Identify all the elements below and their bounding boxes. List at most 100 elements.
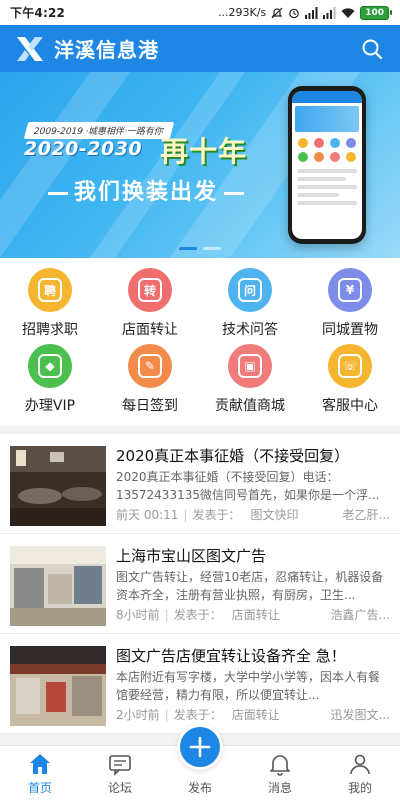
posted-in-label: 发表于： bbox=[173, 608, 222, 622]
status-indicators: ...293K/s 100 bbox=[218, 5, 392, 20]
post-meta: 2小时前 | 发表于： 店面转让 迅发图文... bbox=[116, 707, 390, 723]
tab-profile[interactable]: 我的 bbox=[320, 746, 400, 800]
network-speed: ...293K/s bbox=[218, 6, 267, 19]
shop-transfer-icon: 转 bbox=[128, 268, 172, 312]
post-meta: 前天 00:11 | 发表于： 图文快印 老乙肝... bbox=[116, 507, 390, 523]
post-author[interactable]: 迅发图文... bbox=[331, 707, 390, 723]
app-screen: 下午4:22 ...293K/s 100 洋溪信息港 2009-2019 ·城惠… bbox=[0, 0, 400, 800]
post-thumbnail bbox=[10, 446, 106, 526]
quick-link-item[interactable]: 转店面转让 bbox=[100, 266, 200, 342]
signal-1-icon bbox=[305, 6, 318, 19]
tab-label: 首页 bbox=[27, 781, 52, 795]
quick-link-glyph: ◆ bbox=[38, 354, 62, 378]
store-icon: ▣ bbox=[228, 344, 272, 388]
quick-link-label: 技术问答 bbox=[222, 322, 278, 338]
quick-link-label: 店面转让 bbox=[122, 322, 178, 338]
plus-icon bbox=[189, 736, 211, 758]
post-time: 2小时前 bbox=[116, 708, 160, 722]
question-icon: 问 bbox=[228, 268, 272, 312]
tab-forum[interactable]: 论坛 bbox=[80, 746, 160, 800]
post-forum[interactable]: 店面转让 bbox=[232, 607, 280, 623]
tab-home[interactable]: 首页 bbox=[0, 746, 80, 800]
quick-link-glyph: ✎ bbox=[138, 354, 162, 378]
headset-icon: ☏ bbox=[328, 344, 372, 388]
post-author[interactable]: 浩鑫广告... bbox=[331, 607, 390, 623]
post-title: 上海市宝山区图文广告 bbox=[116, 547, 267, 565]
tab-publish[interactable]: 发布 bbox=[160, 724, 240, 800]
mute-bell-icon bbox=[271, 7, 283, 18]
post-card[interactable]: 图文广告店便宜转让设备齐全 急！ 本店附近有写字楼，大学中学小学等，因本人有餐馆… bbox=[0, 634, 400, 734]
post-card[interactable]: 2020真正本事征婚（不接受回复） 2020真正本事征婚（不接受回复）电话：13… bbox=[0, 434, 400, 534]
quick-link-item[interactable]: 问技术问答 bbox=[200, 266, 300, 342]
posted-in-label: 发表于： bbox=[192, 508, 241, 522]
alarm-icon bbox=[289, 8, 300, 18]
tab-label: 发布 bbox=[187, 781, 212, 795]
quick-links: 聘招聘求职转店面转让问技术问答 ¥ 同城置物 ◆ 办理VIP ✎ 每日签到 ▣ 贡献值商城 ☏ 客服… bbox=[0, 258, 400, 426]
post-title: 图文广告店便宜转让设备齐全 急！ bbox=[116, 647, 346, 665]
post-thumbnail bbox=[10, 546, 106, 626]
app-title: 洋溪信息港 bbox=[54, 38, 159, 62]
app-header: 洋溪信息港 bbox=[0, 25, 400, 72]
banner-slogan: 我们换装出发 bbox=[36, 174, 256, 206]
post-forum[interactable]: 店面转让 bbox=[232, 707, 280, 723]
tab-label: 论坛 bbox=[107, 781, 132, 795]
promo-banner[interactable]: 2009-2019 ·城惠相伴·一路有你 2020-2030 再十年 我们换装出… bbox=[0, 72, 400, 258]
banner-years: 2020-2030 bbox=[24, 138, 143, 160]
recruit-icon: 聘 bbox=[28, 268, 72, 312]
post-summary: 本店附近有写字楼，大学中学小学等，因本人有餐馆要经营，精力有限，所以便宜转让..… bbox=[116, 670, 381, 702]
quick-link-label: 招聘求职 bbox=[22, 322, 78, 338]
battery-icon: 100 bbox=[360, 5, 392, 20]
home-icon bbox=[30, 754, 50, 774]
search-icon bbox=[362, 39, 383, 59]
quick-link-glyph: ☏ bbox=[338, 354, 362, 378]
quick-link-label: 办理VIP bbox=[24, 398, 76, 414]
posted-in-label: 发表于： bbox=[173, 708, 222, 722]
quick-link-glyph: 转 bbox=[138, 278, 162, 302]
bottom-tab-bar: 首页 论坛 发布 消息 我的 bbox=[0, 724, 400, 800]
person-icon bbox=[350, 754, 370, 775]
quick-link-glyph: ¥ bbox=[338, 278, 362, 302]
phone-mockup-image bbox=[288, 86, 366, 244]
post-summary: 图文广告转让，经营10老店，忍痛转让，机器设备资本齐全，注册有营业执照，有厨房，… bbox=[116, 570, 384, 602]
quick-link-label: 贡献值商城 bbox=[215, 398, 285, 414]
status-bar: 下午4:22 ...293K/s 100 bbox=[0, 0, 400, 25]
post-forum[interactable]: 图文快印 bbox=[250, 507, 298, 523]
banner-tagline: 2009-2019 ·城惠相伴·一路有你 bbox=[23, 122, 174, 139]
signal-2-icon bbox=[323, 6, 336, 19]
post-author[interactable]: 老乙肝... bbox=[343, 507, 390, 523]
post-meta: 8小时前 | 发表于： 店面转让 浩鑫广告... bbox=[116, 607, 390, 623]
post-card[interactable]: 上海市宝山区图文广告 图文广告转让，经营10老店，忍痛转让，机器设备资本齐全，注… bbox=[0, 534, 400, 634]
post-time: 8小时前 bbox=[116, 608, 160, 622]
banner-pager bbox=[0, 247, 400, 250]
quick-link-item[interactable]: ▣ 贡献值商城 bbox=[200, 342, 300, 418]
search-button[interactable] bbox=[358, 35, 386, 63]
pager-dot bbox=[179, 247, 197, 250]
checkin-icon: ✎ bbox=[128, 344, 172, 388]
quick-link-item[interactable]: ✎ 每日签到 bbox=[100, 342, 200, 418]
bell-icon bbox=[270, 755, 290, 776]
yuan-icon: ¥ bbox=[328, 268, 372, 312]
quick-link-item[interactable]: ◆ 办理VIP bbox=[0, 342, 100, 418]
quick-link-item[interactable]: ¥ 同城置物 bbox=[300, 266, 400, 342]
quick-link-item[interactable]: 聘招聘求职 bbox=[0, 266, 100, 342]
wifi-icon bbox=[341, 7, 355, 18]
pager-dot bbox=[203, 247, 221, 250]
publish-button[interactable] bbox=[177, 724, 223, 770]
quick-link-label: 每日签到 bbox=[122, 398, 178, 414]
tab-label: 消息 bbox=[267, 781, 292, 795]
post-feed: 2020真正本事征婚（不接受回复） 2020真正本事征婚（不接受回复）电话：13… bbox=[0, 434, 400, 734]
quick-link-label: 同城置物 bbox=[322, 322, 378, 338]
forum-chat-icon bbox=[109, 755, 131, 776]
post-summary: 2020真正本事征婚（不接受回复）电话：13572433135微信同号首先，如果… bbox=[116, 470, 380, 502]
post-time: 前天 00:11 bbox=[116, 508, 179, 522]
quick-link-glyph: 问 bbox=[238, 278, 262, 302]
quick-link-label: 客服中心 bbox=[322, 398, 378, 414]
banner-headline: 再十年 bbox=[160, 135, 248, 168]
tab-messages[interactable]: 消息 bbox=[240, 746, 320, 800]
post-title: 2020真正本事征婚（不接受回复） bbox=[116, 447, 350, 465]
quick-link-item[interactable]: ☏ 客服中心 bbox=[300, 342, 400, 418]
quick-link-glyph: 聘 bbox=[38, 278, 62, 302]
quick-link-glyph: ▣ bbox=[238, 354, 262, 378]
brand: 洋溪信息港 bbox=[14, 34, 159, 64]
status-time: 下午4:22 bbox=[10, 6, 66, 20]
